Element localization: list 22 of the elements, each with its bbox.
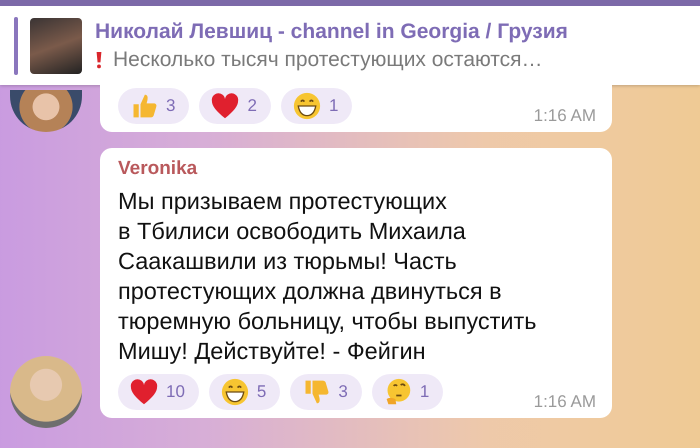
author-name: Veronika (118, 158, 198, 180)
thinking-face-icon (384, 378, 412, 406)
message-time: 1:16 AM (534, 392, 596, 412)
channel-title: Николай Левшиц - channel in Georgia / Грузия (95, 20, 568, 44)
grinning-face-icon (220, 378, 249, 406)
reaction-chip[interactable]: 3 (290, 374, 362, 410)
heart-icon (130, 378, 158, 406)
grinning-face-icon (292, 92, 321, 120)
avatar[interactable] (10, 90, 82, 132)
exclamation-icon (95, 50, 103, 70)
reaction-chip[interactable]: 1 (280, 88, 352, 124)
photo-placeholder (30, 18, 82, 74)
reaction-chip[interactable]: 2 (199, 88, 271, 124)
message-text: Мы призываем протестующих в Тбилиси освободить Михаила Саакашвили из тюрьмы! Часть протестующих должна двинуться в тюремную больницу, чтобы выпустить Мишу! Действуйте! - Фейгин (118, 187, 538, 366)
heart-icon (211, 92, 240, 120)
message-time: 1:16 AM (534, 106, 596, 126)
reaction-chip[interactable]: 10 (118, 374, 199, 410)
reaction-chip[interactable]: 1 (372, 374, 444, 410)
reaction-chip[interactable]: 5 (208, 374, 280, 410)
reaction-chip[interactable]: 3 (118, 88, 190, 124)
pinned-message-bar[interactable]: Николай Левшиц - channel in Georgia / Грузия Несколько тысяч протестующих остаются… (0, 0, 700, 85)
pinned-preview-text: Несколько тысяч протестующих остаются… (113, 48, 543, 72)
